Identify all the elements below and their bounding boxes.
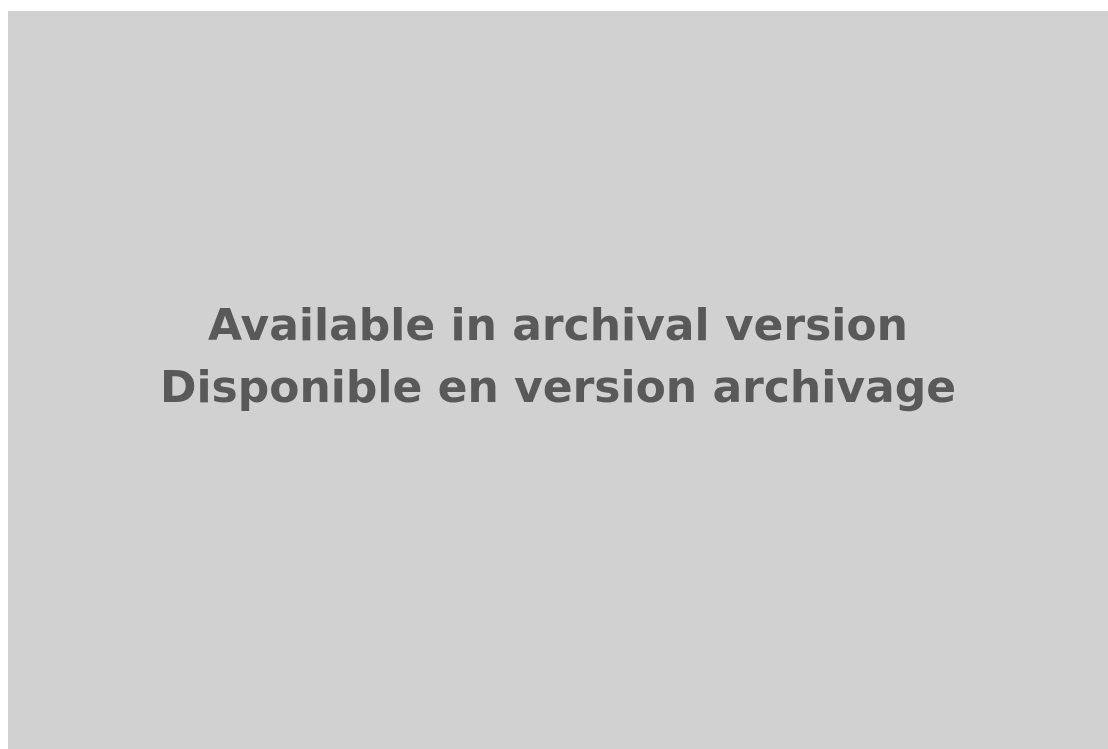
archival-placeholder-panel: Available in archival version Disponible… bbox=[8, 11, 1108, 749]
archival-message-english: Available in archival version bbox=[208, 300, 908, 351]
archival-message-french: Disponible en version archivage bbox=[159, 362, 957, 413]
archival-message-block: Available in archival version Disponible… bbox=[160, 295, 956, 419]
